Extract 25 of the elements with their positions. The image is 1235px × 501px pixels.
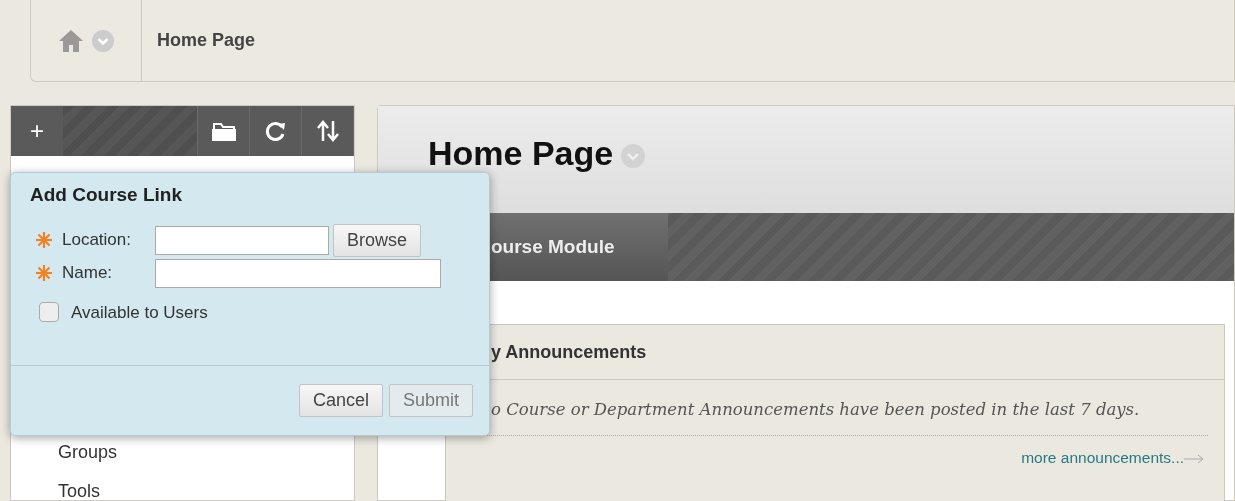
browse-button[interactable]: Browse bbox=[333, 223, 422, 257]
input-field[interactable] bbox=[155, 258, 441, 288]
more-announcements-link[interactable]: more announcements... bbox=[1021, 448, 1184, 466]
menu-item[interactable]: Tools bbox=[58, 481, 101, 501]
menu-item[interactable]: Groups bbox=[58, 442, 118, 462]
folder-icon[interactable] bbox=[198, 106, 250, 156]
checkbox-label: Available to Users bbox=[71, 301, 208, 324]
dropdown-icon[interactable] bbox=[621, 144, 646, 168]
dropdown-icon[interactable] bbox=[92, 29, 114, 52]
cancel-button[interactable]: Cancel bbox=[298, 384, 383, 417]
field-label: Name: bbox=[62, 262, 113, 285]
page-title: Home Page bbox=[428, 136, 614, 172]
add-button[interactable]: + bbox=[11, 106, 63, 156]
empty-message: o Course or Department Announcements have been posted in the last 7 days. bbox=[491, 400, 1140, 419]
home-icon[interactable] bbox=[58, 28, 84, 53]
sort-icon[interactable] bbox=[302, 106, 354, 156]
arrow-icon bbox=[1184, 453, 1204, 464]
breadcrumb-item[interactable]: Home Page bbox=[142, 27, 256, 54]
checkbox[interactable] bbox=[39, 302, 59, 323]
submit-button[interactable]: Submit bbox=[388, 384, 473, 417]
dialog-title: Add Course Link bbox=[29, 183, 183, 207]
input-field[interactable] bbox=[155, 225, 329, 255]
field-label: Location: bbox=[62, 229, 131, 252]
module-title: y Announcements bbox=[491, 340, 647, 364]
refresh-icon[interactable] bbox=[250, 106, 302, 156]
